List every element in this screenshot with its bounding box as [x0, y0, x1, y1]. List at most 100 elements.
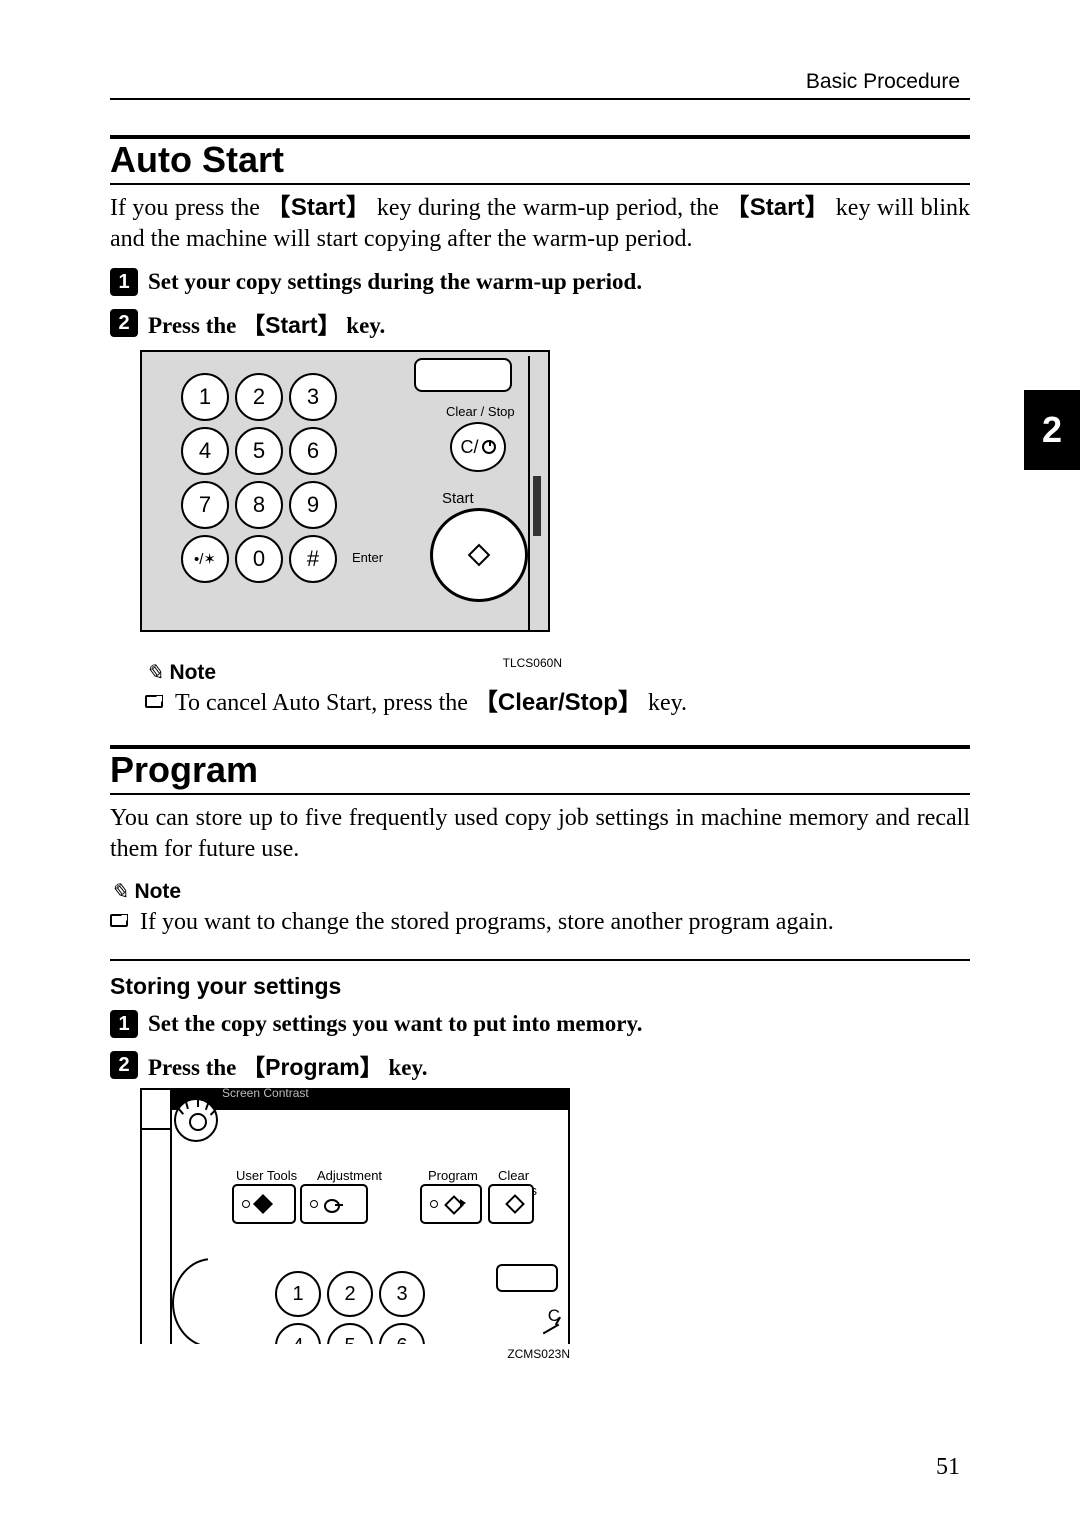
- label-adjustment: Adjustment: [317, 1168, 382, 1183]
- banner-text: Screen Contrast: [222, 1088, 309, 1100]
- clearstop-label: Clear / Stop: [446, 404, 515, 419]
- step-2-text: Press the 【Program】 key.: [148, 1048, 427, 1082]
- program-title: Program: [110, 749, 970, 791]
- display-slot: [414, 358, 512, 392]
- diamond-icon: [253, 1194, 273, 1214]
- panel-corner: [142, 1088, 172, 1130]
- page-content: Auto Start If you press the 【Start】 key …: [110, 135, 970, 1363]
- note-bullet-icon: [145, 695, 163, 708]
- text: Press the: [148, 1055, 242, 1080]
- note-item: To cancel Auto Start, press the 【Clear/S…: [145, 688, 970, 719]
- pencil-icon: ✎: [110, 879, 128, 905]
- user-tools-button[interactable]: [232, 1184, 296, 1224]
- key-7[interactable]: 7: [181, 481, 229, 529]
- text: To cancel Auto Start, press the: [175, 690, 474, 716]
- step-1: 1 Set the copy settings you want to put …: [110, 1010, 970, 1038]
- rbracket: 】: [618, 689, 642, 716]
- auto-start-title: Auto Start: [110, 139, 970, 181]
- note-label: Note: [134, 880, 181, 904]
- note-heading: ✎ Note: [110, 879, 970, 905]
- text: Press the: [148, 313, 242, 338]
- section-rule-thin: [110, 793, 970, 795]
- manual-page: Basic Procedure 2 Auto Start If you pres…: [0, 0, 1080, 1529]
- subsection-rule: [110, 959, 970, 961]
- auto-start-intro: If you press the 【Start】 key during the …: [110, 193, 970, 254]
- lbracket: 【: [474, 689, 498, 716]
- key-6[interactable]: 6: [379, 1323, 425, 1344]
- key-3[interactable]: 3: [379, 1271, 425, 1317]
- key-4[interactable]: 4: [275, 1323, 321, 1344]
- figure-keypad-panel: 1 2 3 4 5 6 7 8 9 •/✶: [140, 350, 568, 650]
- clear-stop-text: C/: [461, 437, 479, 458]
- text: If you press the: [110, 195, 266, 221]
- key-6[interactable]: 6: [289, 427, 337, 475]
- key-3[interactable]: 3: [289, 373, 337, 421]
- led-icon: [242, 1200, 250, 1208]
- panel-bg: 1 2 3 4 5 6 7 8 9 •/✶: [140, 350, 550, 632]
- key-1[interactable]: 1: [181, 373, 229, 421]
- figure-program-panel: Screen Contrast User Tools Adjustment Pr…: [140, 1088, 580, 1363]
- key-9[interactable]: 9: [289, 481, 337, 529]
- key-4[interactable]: 4: [181, 427, 229, 475]
- key-5[interactable]: 5: [327, 1323, 373, 1344]
- enter-label: Enter: [352, 550, 383, 565]
- step-1: 1 Set your copy settings during the warm…: [110, 268, 970, 296]
- key-dot-star[interactable]: •/✶: [181, 535, 229, 583]
- key-2[interactable]: 2: [327, 1271, 373, 1317]
- program-icon: [444, 1195, 462, 1213]
- start-label: Start: [442, 490, 474, 507]
- panel-side-strip: [528, 356, 544, 630]
- storing-settings-title: Storing your settings: [110, 973, 970, 1000]
- key-5[interactable]: 5: [235, 427, 283, 475]
- note-text: To cancel Auto Start, press the 【Clear/S…: [175, 688, 687, 719]
- note-label: Note: [169, 661, 216, 685]
- key-start: Start: [750, 194, 805, 221]
- figure-code: TLCS060N: [503, 656, 562, 670]
- step-2-text: Press the 【Start】 key.: [148, 306, 385, 340]
- page-number: 51: [936, 1454, 960, 1481]
- key-1[interactable]: 1: [275, 1271, 321, 1317]
- adjustment-icon: [324, 1197, 344, 1211]
- lbracket: 【: [725, 194, 749, 221]
- key-2[interactable]: 2: [235, 373, 283, 421]
- figure-code: ZCMS023N: [507, 1347, 570, 1361]
- key-start: Start: [291, 194, 346, 221]
- key-hash[interactable]: #: [289, 535, 337, 583]
- section-rule-thin: [110, 183, 970, 185]
- clear-stop-button[interactable]: C/: [450, 422, 506, 472]
- step-number-icon: 2: [110, 309, 138, 337]
- start-diamond-icon: [468, 544, 491, 567]
- text: key.: [383, 1055, 428, 1080]
- led-icon: [310, 1200, 318, 1208]
- header-section-label: Basic Procedure: [806, 70, 960, 94]
- right-display-slot: [496, 1264, 558, 1292]
- stop-icon: [482, 440, 496, 454]
- program-button[interactable]: [420, 1184, 482, 1224]
- header-rule: [110, 98, 970, 100]
- lbracket: 【: [242, 312, 265, 338]
- step-number-icon: 1: [110, 1010, 138, 1038]
- step-1-text: Set the copy settings you want to put in…: [148, 1011, 643, 1037]
- text: key.: [642, 690, 687, 716]
- step-2: 2 Press the 【Start】 key.: [110, 306, 970, 340]
- note-item: If you want to change the stored program…: [110, 907, 970, 938]
- key-0[interactable]: 0: [235, 535, 283, 583]
- panel-frame: Screen Contrast User Tools Adjustment Pr…: [140, 1088, 570, 1344]
- step-number-icon: 2: [110, 1051, 138, 1079]
- adjustment-button[interactable]: [300, 1184, 368, 1224]
- pencil-icon: ✎: [145, 660, 163, 686]
- program-intro: You can store up to five frequently used…: [110, 803, 970, 864]
- key-start: Start: [265, 312, 317, 338]
- contrast-dial[interactable]: [174, 1098, 218, 1142]
- step-number-icon: 1: [110, 268, 138, 296]
- key-clear-stop: Clear/Stop: [498, 689, 618, 716]
- clear-modes-button[interactable]: [488, 1184, 534, 1224]
- text: key during the warm-up period, the: [370, 195, 725, 221]
- text: key.: [341, 313, 386, 338]
- rbracket: 】: [804, 194, 829, 221]
- rbracket: 】: [360, 1054, 383, 1080]
- start-button[interactable]: [430, 508, 528, 602]
- label-user-tools: User Tools: [236, 1168, 297, 1183]
- key-8[interactable]: 8: [235, 481, 283, 529]
- numeric-keypad: 1 2 3 4 5 6: [272, 1268, 428, 1344]
